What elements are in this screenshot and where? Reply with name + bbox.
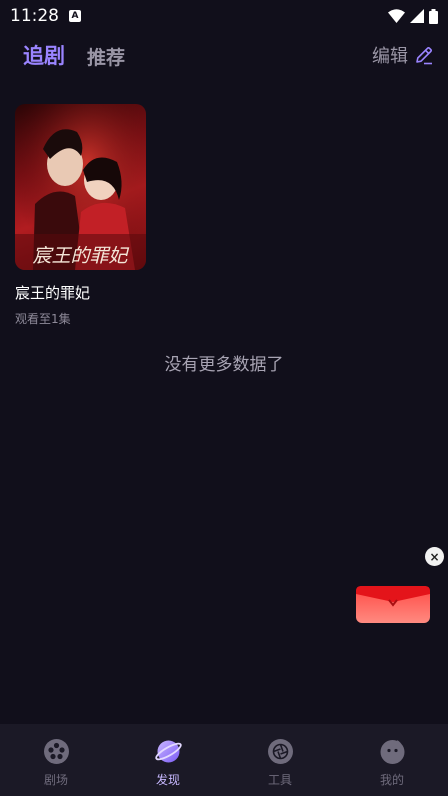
nav-label-profile: 我的 (379, 773, 404, 787)
top-header: 追剧 推荐 编辑 (0, 36, 448, 76)
edit-label: 编辑 (372, 46, 408, 67)
status-icons (388, 8, 438, 24)
profile-face-icon (380, 740, 404, 764)
tab-following[interactable]: 追剧 (23, 40, 65, 70)
edit-button[interactable]: 编辑 (372, 42, 434, 68)
battery-icon (429, 8, 438, 24)
close-float-button[interactable]: × (425, 547, 444, 566)
poster-artwork: 宸王的罪妃 (15, 104, 146, 270)
nav-label-theater: 剧场 (43, 773, 68, 787)
nav-label-tools: 工具 (267, 773, 292, 787)
nav-item-profile[interactable]: 我的 (336, 724, 448, 796)
drama-poster[interactable]: 宸王的罪妃 (15, 104, 146, 270)
status-bar: 11:28 A (0, 0, 448, 32)
planet-icon (154, 740, 182, 763)
pencil-icon (416, 47, 432, 65)
drama-card[interactable]: 宸王的罪妃 宸王的罪妃 观看至1集 (15, 104, 146, 327)
notification-badge-icon: A (69, 10, 81, 22)
red-packet-icon[interactable] (356, 586, 430, 623)
nav-item-discover[interactable]: 发现 (112, 724, 224, 796)
film-reel-icon (43, 739, 69, 764)
signal-icon (410, 9, 424, 23)
drama-progress: 观看至1集 (15, 312, 71, 326)
nav-item-theater[interactable]: 剧场 (0, 724, 112, 796)
aperture-icon (267, 739, 293, 764)
bottom-nav: 剧场 发现 工具 我的 (0, 724, 448, 796)
wifi-icon (388, 9, 405, 23)
no-more-data-text: 没有更多数据了 (164, 355, 284, 375)
nav-item-tools[interactable]: 工具 (224, 724, 336, 796)
poster-caption: 宸王的罪妃 (32, 245, 129, 267)
status-left: 11:28 A (10, 6, 81, 26)
status-time: 11:28 (10, 6, 59, 26)
drama-title: 宸王的罪妃 (15, 284, 91, 302)
tab-recommend[interactable]: 推荐 (87, 43, 125, 70)
nav-label-discover: 发现 (155, 773, 180, 787)
